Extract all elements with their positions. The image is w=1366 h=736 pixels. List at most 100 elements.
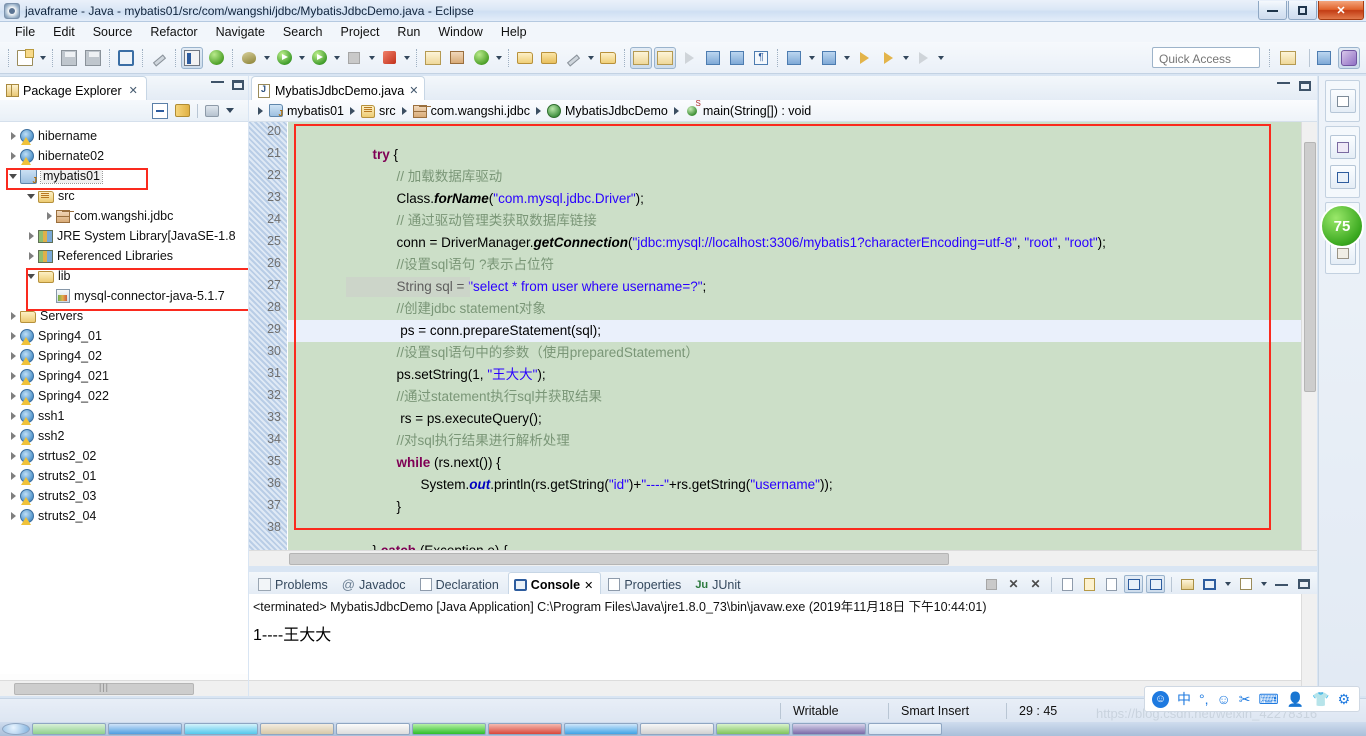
new-java-class-icon[interactable] xyxy=(422,47,444,69)
tab-declaration[interactable]: Declaration xyxy=(415,572,506,594)
run-last-dropdown-arrow[interactable] xyxy=(401,48,412,68)
twisty-icon[interactable] xyxy=(42,212,56,220)
tab-properties[interactable]: Properties xyxy=(603,572,688,594)
twisty-icon[interactable] xyxy=(24,252,38,260)
menu-search[interactable]: Search xyxy=(274,23,332,41)
twisty-icon[interactable] xyxy=(6,152,20,160)
code-text[interactable]: try { // 加载数据库驱动 Class.forName("com.mysq… xyxy=(293,122,1317,550)
twisty-icon[interactable] xyxy=(6,352,20,360)
close-icon[interactable]: ✕ xyxy=(409,84,418,97)
tree-item-strtus2-02[interactable]: strtus2_02 xyxy=(0,446,248,466)
run-external-tools-icon[interactable] xyxy=(308,47,330,69)
forward-dropdown-arrow[interactable] xyxy=(935,48,946,68)
editor-vscrollbar[interactable] xyxy=(1301,122,1317,550)
chinese-mode-icon[interactable]: 中 xyxy=(1177,689,1191,709)
tab-javadoc[interactable]: @ Javadoc xyxy=(337,572,413,594)
open-task-icon[interactable] xyxy=(538,47,560,69)
tree-item-struts2-01[interactable]: struts2_01 xyxy=(0,466,248,486)
menu-file[interactable]: File xyxy=(6,23,44,41)
console-output-area[interactable]: <terminated> MybatisJdbcDemo [Java Appli… xyxy=(249,594,1317,696)
menu-refactor[interactable]: Refactor xyxy=(141,23,206,41)
scrollbar-thumb[interactable] xyxy=(14,683,194,695)
tree-item-jre-system-library[interactable]: JRE System Library [JavaSE-1.8 xyxy=(0,226,248,246)
previous-edit-icon[interactable] xyxy=(818,47,840,69)
taskbar-item[interactable] xyxy=(108,723,182,735)
quick-access-input[interactable] xyxy=(1152,47,1260,68)
toggle-breadcrumb-icon[interactable] xyxy=(630,46,652,69)
tab-junit[interactable]: Ju JUnit xyxy=(690,572,747,594)
run-last-tool-icon[interactable] xyxy=(378,47,400,69)
tree-item-ssh2[interactable]: ssh2 xyxy=(0,426,248,446)
tab-mybatisjdbcdemo-java[interactable]: MybatisJdbcDemo.java ✕ xyxy=(251,76,426,100)
twisty-icon[interactable] xyxy=(6,452,20,460)
twisty-icon[interactable] xyxy=(6,372,20,380)
minimize-icon[interactable] xyxy=(211,80,224,83)
debug-dropdown-arrow[interactable] xyxy=(261,48,272,68)
previous-annotation-icon[interactable] xyxy=(726,47,748,69)
menu-help[interactable]: Help xyxy=(492,23,536,41)
toggle-mark-occurrences-icon[interactable] xyxy=(181,46,203,69)
taskbar-item[interactable] xyxy=(868,723,942,735)
open-console-icon[interactable] xyxy=(1236,575,1255,593)
twisty-icon[interactable] xyxy=(24,193,38,199)
menu-window[interactable]: Window xyxy=(429,23,491,41)
link-editor-icon[interactable] xyxy=(678,47,700,69)
scroll-lock-icon[interactable] xyxy=(1080,575,1099,593)
taskbar-item[interactable] xyxy=(184,723,258,735)
taskbar-item[interactable] xyxy=(260,723,334,735)
new-file-icon[interactable] xyxy=(14,47,36,69)
twisty-icon[interactable] xyxy=(6,332,20,340)
twisty-icon[interactable] xyxy=(24,232,38,240)
view-menu-icon[interactable] xyxy=(205,104,219,117)
run-dropdown-arrow[interactable] xyxy=(296,48,307,68)
back-history-icon[interactable] xyxy=(877,47,899,69)
link-with-editor-icon[interactable] xyxy=(175,104,190,117)
taskbar-item[interactable] xyxy=(32,723,106,735)
toggle-block-selection-icon[interactable] xyxy=(654,46,676,69)
back-icon[interactable] xyxy=(853,47,875,69)
settings-icon[interactable]: ⚙ xyxy=(1338,691,1351,708)
editor-hscrollbar[interactable] xyxy=(249,550,1317,566)
twisty-icon[interactable] xyxy=(6,173,20,179)
search-dropdown-arrow[interactable] xyxy=(585,48,596,68)
menu-navigate[interactable]: Navigate xyxy=(207,23,274,41)
tree-item-hibernate02[interactable]: hibernate02 xyxy=(0,146,248,166)
scrollbar-thumb[interactable] xyxy=(289,553,949,565)
save-icon[interactable] xyxy=(58,47,80,69)
previous-edit-dropdown-arrow[interactable] xyxy=(841,48,852,68)
next-annotation-icon[interactable] xyxy=(702,47,724,69)
tab-problems[interactable]: Problems xyxy=(253,572,335,594)
package-explorer-hscrollbar[interactable] xyxy=(0,680,248,696)
punctuation-icon[interactable]: °, xyxy=(1199,691,1209,707)
status-badge[interactable]: 75 xyxy=(1320,204,1364,248)
twisty-icon[interactable] xyxy=(6,312,20,320)
keyboard-icon[interactable]: ⌨ xyxy=(1259,691,1279,708)
open-type-icon[interactable] xyxy=(514,47,536,69)
person-icon[interactable]: 👤 xyxy=(1287,691,1304,708)
clear-console-icon[interactable] xyxy=(1058,575,1077,593)
open-resource-icon[interactable] xyxy=(597,47,619,69)
outline-view-icon[interactable] xyxy=(1329,89,1356,113)
tree-item-spring4-022[interactable]: Spring4_022 xyxy=(0,386,248,406)
taskbar-item[interactable] xyxy=(488,723,562,735)
display-dropdown-arrow[interactable] xyxy=(1222,574,1233,594)
problems-view-icon[interactable] xyxy=(1329,165,1356,189)
twisty-icon[interactable] xyxy=(6,512,20,520)
code-editor[interactable]: 20 21 22 23 24 25 26 27 28 29 30 31 32 3… xyxy=(249,122,1317,550)
tree-item-servers[interactable]: Servers xyxy=(0,306,248,326)
tree-item-lib[interactable]: lib xyxy=(0,266,248,286)
search-icon[interactable] xyxy=(562,47,584,69)
toggle-console-icon[interactable] xyxy=(115,47,137,69)
scissors-icon[interactable]: ✂ xyxy=(1239,691,1251,708)
start-button[interactable] xyxy=(2,723,30,735)
restore-button[interactable] xyxy=(1288,1,1317,20)
open-console-dropdown-arrow[interactable] xyxy=(1258,574,1269,594)
twisty-icon[interactable] xyxy=(6,492,20,500)
new-java-package-icon[interactable] xyxy=(446,47,468,69)
new-dropdown-arrow[interactable] xyxy=(37,48,48,68)
maximize-icon[interactable] xyxy=(232,80,244,90)
taskbar-item[interactable] xyxy=(412,723,486,735)
emoji-icon[interactable]: ☺ xyxy=(1217,691,1231,707)
view-menu-arrow-icon[interactable] xyxy=(226,103,242,119)
save-all-icon[interactable] xyxy=(82,47,104,69)
